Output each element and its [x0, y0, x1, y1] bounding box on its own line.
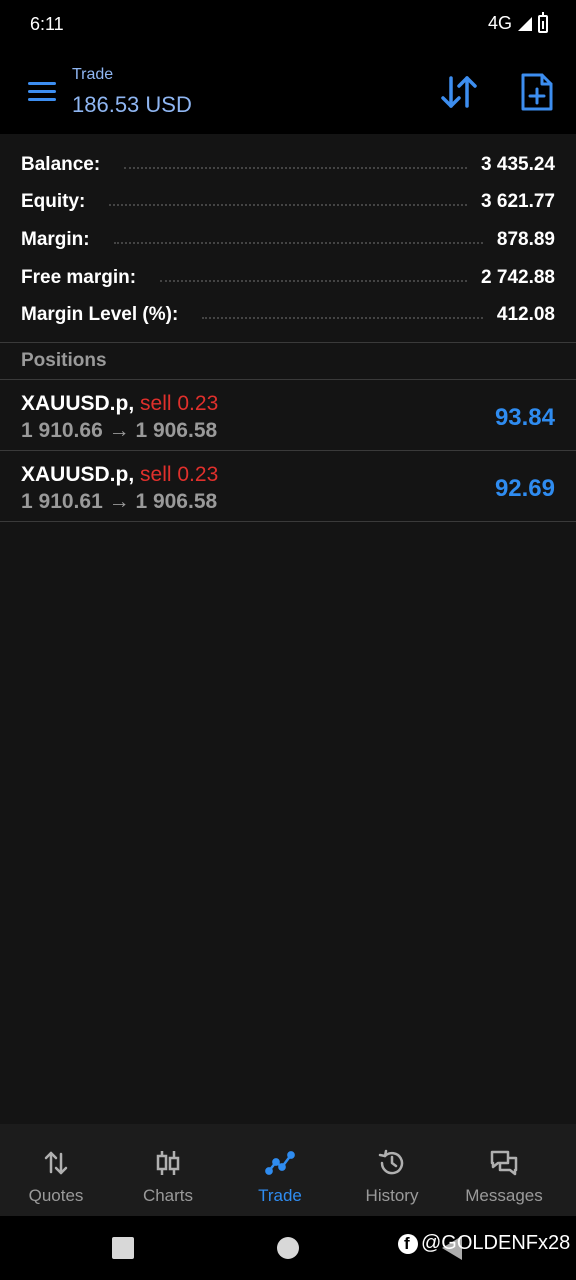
- trade-content: Balance: 3 435.24 Equity: 3 621.77 Margi…: [0, 134, 576, 1124]
- menu-icon[interactable]: [28, 82, 56, 102]
- position-title: XAUUSD.p, sell 0.23: [21, 463, 218, 487]
- summary-label: Equity:: [21, 191, 86, 213]
- nav-label: Quotes: [28, 1186, 84, 1205]
- app-bar: Trade 186.53 USD: [0, 50, 576, 134]
- summary-label: Margin:: [21, 228, 90, 250]
- signal-icon: [518, 16, 532, 31]
- position-prices: 1 910.61 → 1 906.58: [21, 490, 217, 514]
- status-indicators: 4G: [487, 11, 548, 34]
- open-price: 1 910.66: [21, 418, 103, 442]
- summary-value: 3 435.24: [481, 153, 555, 175]
- arrow-icon: →: [108, 489, 130, 513]
- status-bar: 6:11 4G: [0, 0, 576, 50]
- bottom-nav: Quotes Charts Trade History Messages: [0, 1124, 576, 1216]
- summary-value: 878.89: [496, 228, 555, 250]
- dot-leader: [202, 317, 483, 320]
- position-title: XAUUSD.p, sell 0.23: [21, 392, 218, 416]
- battery-icon: [538, 11, 548, 33]
- nav-label: History: [365, 1186, 419, 1205]
- messages-icon: [490, 1150, 518, 1176]
- watermark-text: @GOLDENFx28: [421, 1232, 571, 1254]
- dot-leader: [109, 204, 468, 207]
- network-type: 4G: [487, 13, 512, 33]
- position-type: sell 0.23: [140, 391, 219, 415]
- position-row[interactable]: XAUUSD.p, sell 0.23 1 910.61 → 1 906.58 …: [0, 451, 576, 522]
- current-price: 1 906.58: [135, 418, 218, 442]
- sort-icon[interactable]: [440, 74, 478, 110]
- summary-row-balance: Balance: 3 435.24: [0, 146, 576, 184]
- position-symbol: XAUUSD.p,: [21, 462, 135, 486]
- charts-icon: [156, 1151, 180, 1175]
- summary-label: Balance:: [21, 153, 101, 175]
- account-summary: Balance: 3 435.24 Equity: 3 621.77 Margi…: [0, 134, 576, 334]
- system-nav-bar: @GOLDENFx28: [0, 1216, 576, 1280]
- position-row[interactable]: XAUUSD.p, sell 0.23 1 910.66 → 1 906.58 …: [0, 380, 576, 451]
- recents-button[interactable]: [112, 1237, 134, 1259]
- dot-leader: [113, 241, 483, 244]
- summary-value: 412.08: [496, 304, 555, 326]
- nav-history[interactable]: History: [336, 1124, 448, 1216]
- nav-label: Messages: [465, 1186, 543, 1205]
- app-bar-balance: 186.53 USD: [72, 92, 192, 117]
- positions-header: Positions: [0, 341, 576, 380]
- position-prices: 1 910.66 → 1 906.58: [21, 419, 217, 443]
- summary-value: 2 742.88: [481, 266, 555, 288]
- dot-leader: [124, 166, 468, 169]
- home-button[interactable]: [277, 1237, 299, 1259]
- summary-row-free-margin: Free margin: 2 742.88: [0, 259, 576, 297]
- nav-trade[interactable]: Trade: [224, 1124, 336, 1216]
- positions-title: Positions: [21, 349, 107, 371]
- app-bar-title: Trade: [72, 66, 114, 83]
- position-type: sell 0.23: [140, 462, 219, 486]
- current-price: 1 906.58: [135, 489, 218, 513]
- summary-label: Margin Level (%):: [21, 304, 179, 326]
- position-symbol: XAUUSD.p,: [21, 391, 135, 415]
- history-icon: [378, 1149, 404, 1175]
- dot-leader: [160, 279, 468, 282]
- open-price: 1 910.61: [21, 489, 103, 513]
- quotes-icon: [44, 1151, 68, 1175]
- summary-row-equity: Equity: 3 621.77: [0, 184, 576, 222]
- summary-value: 3 621.77: [481, 191, 555, 213]
- new-order-icon[interactable]: [520, 72, 554, 112]
- nav-charts[interactable]: Charts: [112, 1124, 224, 1216]
- watermark: @GOLDENFx28: [398, 1232, 570, 1255]
- trade-icon: [265, 1151, 295, 1175]
- nav-label: Trade: [258, 1186, 302, 1205]
- summary-row-margin: Margin: 878.89: [0, 221, 576, 259]
- nav-messages[interactable]: Messages: [448, 1124, 560, 1216]
- status-time: 6:11: [30, 14, 64, 34]
- facebook-icon: [398, 1233, 418, 1254]
- summary-row-margin-level: Margin Level (%): 412.08: [0, 296, 576, 334]
- nav-label: Charts: [142, 1186, 194, 1205]
- position-profit: 92.69: [494, 474, 555, 502]
- arrow-icon: →: [108, 418, 130, 442]
- nav-quotes[interactable]: Quotes: [0, 1124, 112, 1216]
- summary-label: Free margin:: [21, 266, 137, 288]
- position-profit: 93.84: [494, 403, 555, 431]
